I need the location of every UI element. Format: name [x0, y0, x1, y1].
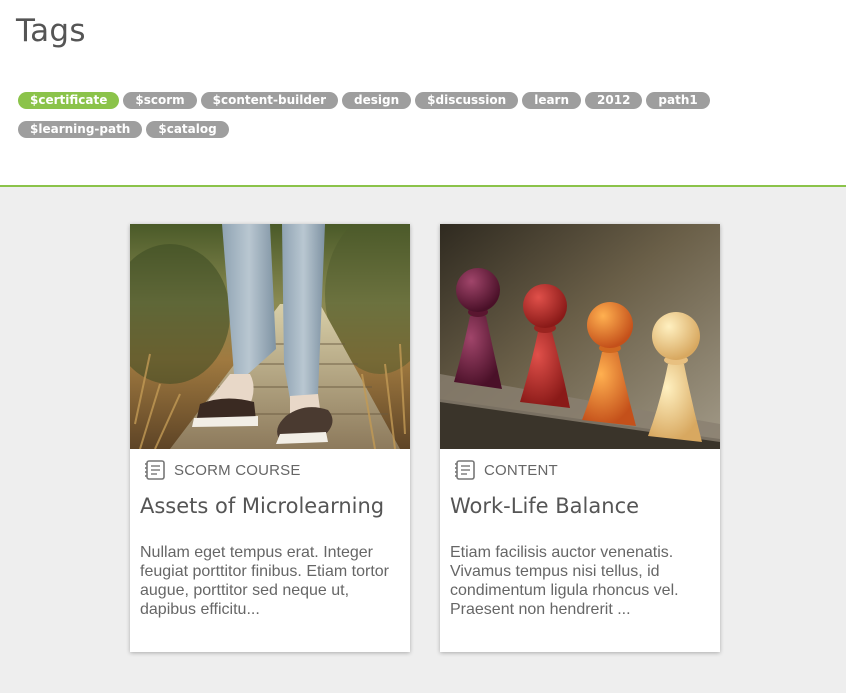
tag-design[interactable]: design: [342, 92, 412, 109]
card-description: Nullam eget tempus erat. Integer feugiat…: [140, 544, 389, 618]
card-type-row: CONTENT: [454, 458, 558, 482]
tag-scorm[interactable]: $scorm: [123, 92, 197, 109]
page-title: Tags: [16, 13, 86, 49]
course-card-microlearning[interactable]: SCORM COURSE Assets of Microlearning Nul…: [130, 224, 410, 652]
tag-2012[interactable]: 2012: [585, 92, 643, 109]
tag-certificate[interactable]: $certificate: [18, 92, 120, 109]
tag-path1[interactable]: path1: [646, 92, 710, 109]
course-book-icon: [144, 459, 166, 481]
content-book-icon: [454, 459, 476, 481]
content-grid: SCORM COURSE Assets of Microlearning Nul…: [0, 187, 846, 693]
card-thumbnail-sneakers: [130, 224, 410, 449]
tag-learn[interactable]: learn: [522, 92, 582, 109]
card-type-label: CONTENT: [484, 461, 558, 479]
tag-list: $certificate $scorm $content-builder des…: [18, 92, 828, 138]
card-title[interactable]: Assets of Microlearning: [140, 494, 384, 518]
card-description: Etiam facilisis auctor venenatis. Vivamu…: [450, 544, 679, 618]
tag-learning-path[interactable]: $learning-path: [18, 121, 143, 138]
content-card-work-life-balance[interactable]: CONTENT Work-Life Balance Etiam facilisi…: [440, 224, 720, 652]
tag-discussion[interactable]: $discussion: [415, 92, 519, 109]
tag-content-builder[interactable]: $content-builder: [200, 92, 339, 109]
card-type-row: SCORM COURSE: [144, 458, 301, 482]
card-title[interactable]: Work-Life Balance: [450, 494, 639, 518]
tags-header: Tags $certificate $scorm $content-builde…: [0, 0, 846, 187]
card-type-label: SCORM COURSE: [174, 461, 301, 479]
card-thumbnail-pawns: [440, 224, 720, 449]
tag-catalog[interactable]: $catalog: [146, 121, 229, 138]
